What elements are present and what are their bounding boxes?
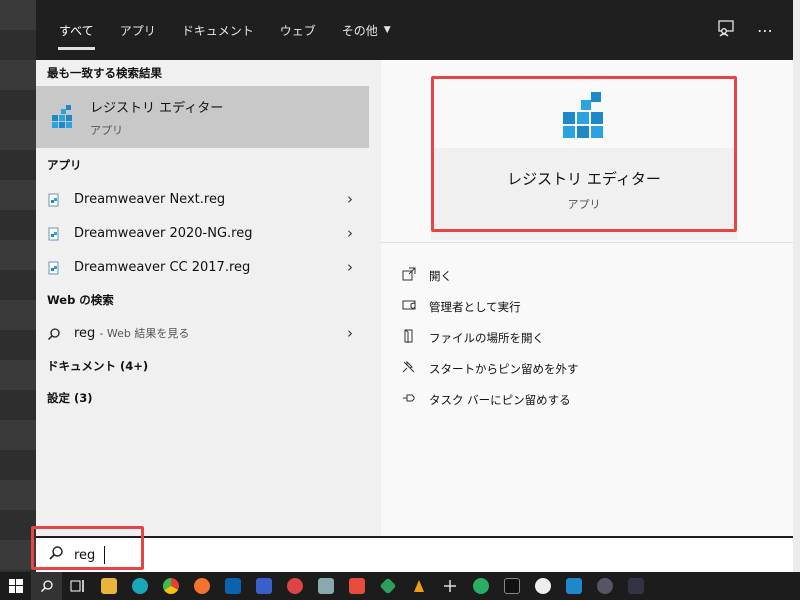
chrome-icon[interactable] bbox=[155, 572, 186, 600]
vlc-icon[interactable] bbox=[403, 572, 434, 600]
tab-apps[interactable]: アプリ bbox=[107, 0, 169, 60]
app-icon[interactable] bbox=[589, 572, 620, 600]
search-icon bbox=[47, 326, 61, 341]
shield-icon bbox=[401, 298, 417, 316]
list-item-label: Dreamweaver Next.reg bbox=[74, 191, 226, 207]
firefox-icon[interactable] bbox=[186, 572, 217, 600]
reg-file-icon bbox=[47, 192, 61, 207]
tab-web-label: ウェブ bbox=[279, 23, 316, 38]
terminal-icon[interactable] bbox=[496, 572, 527, 600]
text-caret bbox=[104, 546, 105, 564]
app-icon[interactable] bbox=[248, 572, 279, 600]
tab-more-label: その他 bbox=[341, 23, 378, 38]
list-item-label: Dreamweaver CC 2017.reg bbox=[74, 259, 251, 275]
best-match-subtitle: アプリ bbox=[90, 123, 123, 137]
list-item[interactable]: Dreamweaver Next.reg › bbox=[36, 182, 369, 216]
caret-down-icon: ▼ bbox=[383, 25, 391, 35]
tab-all[interactable]: すべて bbox=[46, 0, 107, 60]
web-hint: - Web 結果を見る bbox=[99, 327, 190, 340]
apps-heading: アプリ bbox=[47, 158, 82, 172]
registry-editor-icon bbox=[559, 90, 611, 142]
feedback-icon[interactable] bbox=[717, 19, 735, 41]
web-search-heading: Web の検索 bbox=[47, 293, 114, 307]
divider bbox=[381, 242, 793, 243]
app-icon[interactable] bbox=[310, 572, 341, 600]
detail-title: レジストリ エディター bbox=[507, 170, 661, 188]
chevron-right-icon[interactable]: › bbox=[342, 324, 358, 342]
tab-apps-label: アプリ bbox=[119, 23, 156, 38]
list-item[interactable]: Dreamweaver 2020-NG.reg › bbox=[36, 216, 369, 250]
app-icon[interactable] bbox=[527, 572, 558, 600]
results-panel: 最も一致する検索結果 レジストリ エディター アプリ アプリ Dreamweav… bbox=[36, 60, 381, 536]
chevron-right-icon[interactable]: › bbox=[342, 190, 358, 208]
chevron-right-icon[interactable]: › bbox=[342, 224, 358, 242]
web-query: reg bbox=[74, 326, 96, 341]
list-item[interactable]: Dreamweaver CC 2017.reg › bbox=[36, 250, 369, 284]
action-list: 開く 管理者として実行 ファイルの場所を開く スタートからピン留めを外す タスク… bbox=[401, 260, 579, 415]
action-open-file-location[interactable]: ファイルの場所を開く bbox=[401, 322, 579, 353]
reg-file-icon bbox=[47, 260, 61, 275]
tab-documents-label: ドキュメント bbox=[181, 23, 254, 38]
start-windows-icon[interactable] bbox=[0, 572, 31, 600]
tab-more[interactable]: その他 ▼ bbox=[329, 0, 404, 60]
action-open[interactable]: 開く bbox=[401, 260, 579, 291]
reg-file-icon bbox=[47, 226, 61, 241]
unpin-icon bbox=[401, 360, 417, 378]
chevron-right-icon[interactable]: › bbox=[342, 258, 358, 276]
settings-heading[interactable]: 設定 (3) bbox=[36, 382, 381, 414]
taskbar bbox=[0, 572, 800, 600]
action-unpin-start[interactable]: スタートからピン留めを外す bbox=[401, 353, 579, 384]
action-pin-taskbar[interactable]: タスク バーにピン留めする bbox=[401, 384, 579, 415]
tab-web[interactable]: ウェブ bbox=[267, 0, 329, 60]
best-match-title: レジストリ エディター bbox=[90, 100, 224, 116]
search-filter-bar: すべて アプリ ドキュメント ウェブ その他 ▼ ⋯ bbox=[36, 0, 793, 60]
registry-editor-icon bbox=[50, 104, 76, 130]
file-location-icon bbox=[401, 329, 417, 347]
tab-documents[interactable]: ドキュメント bbox=[169, 0, 267, 60]
tab-all-label: すべて bbox=[59, 23, 94, 38]
action-open-label: 開く bbox=[429, 268, 452, 283]
web-search-item[interactable]: reg - Web 結果を見る › bbox=[36, 316, 369, 350]
app-icon[interactable] bbox=[620, 572, 651, 600]
best-match-item[interactable]: レジストリ エディター アプリ bbox=[36, 86, 369, 148]
app-icon[interactable] bbox=[341, 572, 372, 600]
app-icon[interactable] bbox=[465, 572, 496, 600]
action-run-as-admin-label: 管理者として実行 bbox=[429, 299, 521, 314]
search-icon bbox=[48, 545, 64, 565]
search-box[interactable] bbox=[36, 536, 793, 572]
more-options-icon[interactable]: ⋯ bbox=[757, 21, 773, 40]
taskbar-search-icon[interactable] bbox=[31, 572, 62, 600]
pin-icon bbox=[401, 391, 417, 409]
best-match-heading: 最も一致する検索結果 bbox=[47, 66, 162, 80]
action-pin-taskbar-label: タスク バーにピン留めする bbox=[429, 392, 571, 407]
edge-icon[interactable] bbox=[124, 572, 155, 600]
action-open-file-location-label: ファイルの場所を開く bbox=[429, 330, 544, 345]
app-icon[interactable] bbox=[434, 572, 465, 600]
action-unpin-start-label: スタートからピン留めを外す bbox=[429, 361, 579, 376]
documents-heading[interactable]: ドキュメント (4+) bbox=[36, 350, 381, 382]
open-icon bbox=[401, 267, 417, 285]
list-item-label: Dreamweaver 2020-NG.reg bbox=[74, 225, 253, 241]
app-preview-card[interactable]: レジストリ エディター アプリ bbox=[431, 76, 737, 240]
file-explorer-icon[interactable] bbox=[93, 572, 124, 600]
action-run-as-admin[interactable]: 管理者として実行 bbox=[401, 291, 579, 322]
app-icon[interactable] bbox=[372, 572, 403, 600]
desktop-background-right bbox=[793, 0, 800, 572]
app-icon[interactable] bbox=[279, 572, 310, 600]
app-icon[interactable] bbox=[558, 572, 589, 600]
detail-subtitle: アプリ bbox=[567, 198, 601, 211]
filter-tabs: すべて アプリ ドキュメント ウェブ その他 ▼ bbox=[36, 0, 404, 60]
detail-panel: レジストリ エディター アプリ 開く 管理者として実行 ファイルの場所を開く ス… bbox=[381, 60, 793, 536]
outlook-icon[interactable] bbox=[217, 572, 248, 600]
desktop-background-left bbox=[0, 0, 36, 572]
task-view-icon[interactable] bbox=[62, 572, 93, 600]
